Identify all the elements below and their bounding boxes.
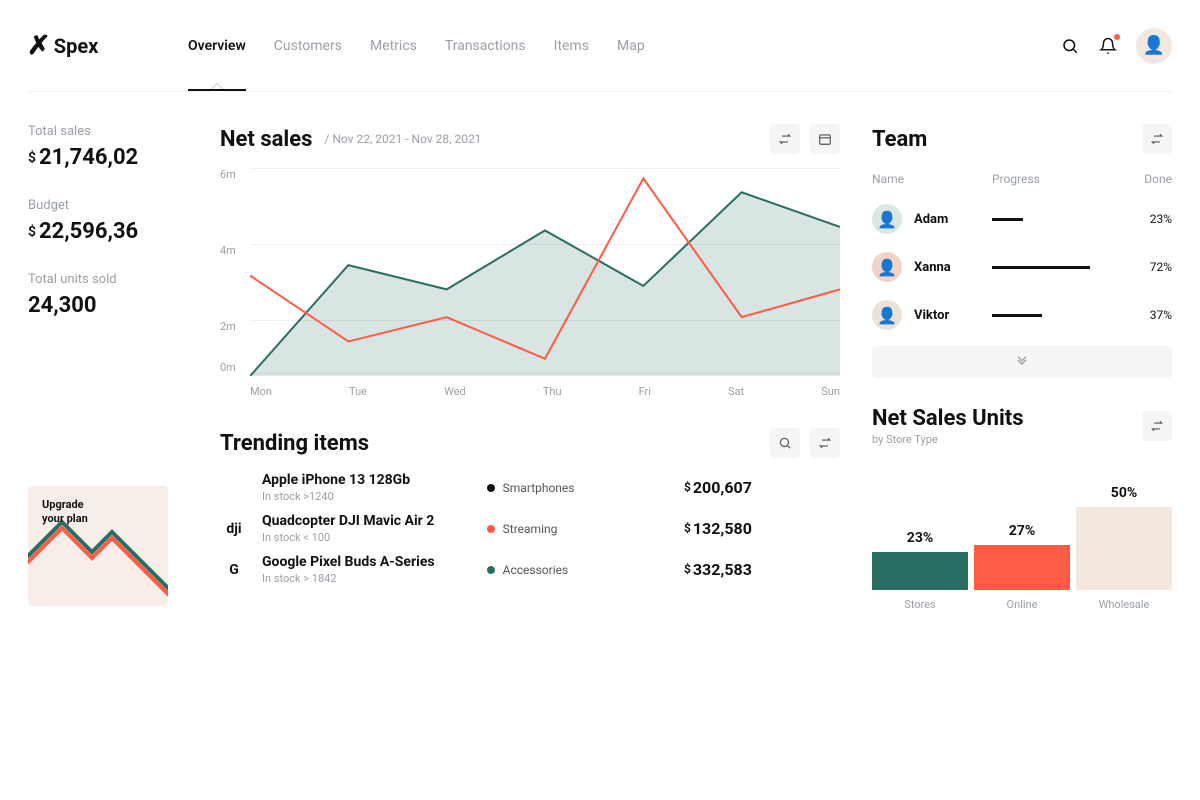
bar-label: Online [974,598,1070,611]
member-name: Viktor [914,308,992,323]
x-tick: Sun [821,385,840,398]
col-progress: Progress [992,172,1128,186]
trending-section: Trending items Apple iPhone 13 128Gb In s… [220,428,840,585]
x-tick: Fri [639,385,651,398]
search-icon[interactable] [770,428,800,458]
tab-metrics[interactable]: Metrics [370,30,417,62]
bar-pct: 23% [872,530,968,546]
notifications-icon[interactable] [1098,36,1118,56]
stat-budget: Budget $22,596,36 [28,198,188,244]
logo[interactable]: ✗ Spex [28,31,188,61]
price: $200,607 [684,478,840,497]
product-logo-icon: G [220,556,248,584]
stock-text: In stock >1240 [262,490,410,503]
category-tag: Streaming [487,522,660,536]
expand-team-button[interactable] [872,346,1172,378]
done-value: 37% [1128,308,1172,322]
stat-units-sold: Total units sold 24,300 [28,272,188,318]
tab-items[interactable]: Items [554,30,589,62]
bar: 23% [872,530,968,590]
category-tag: Accessories [487,563,660,577]
bar-pct: 27% [974,523,1070,539]
y-tick: 6m [220,168,236,181]
net-sales-title: Net sales [220,127,312,152]
x-tick: Mon [250,385,272,398]
bar: 50% [1076,485,1172,590]
trending-item[interactable]: G Google Pixel Buds A-Series In stock > 18… [220,554,463,585]
x-tick: Thu [543,385,562,398]
search-icon[interactable] [1060,36,1080,56]
y-tick: 4m [220,244,236,257]
calendar-icon[interactable] [810,124,840,154]
col-name: Name [872,172,992,186]
filter-icon[interactable] [1142,124,1172,154]
tab-map[interactable]: Map [617,30,645,62]
trending-item[interactable]: dji Quadcopter DJI Mavic Air 2 In stock < … [220,513,463,544]
price: $132,580 [684,519,840,538]
tab-transactions[interactable]: Transactions [445,30,526,62]
x-tick: Wed [444,385,466,398]
main-panel: Net sales / Nov 22, 2021 - Nov 28, 2021 … [220,124,840,611]
bar: 27% [974,523,1070,590]
product-logo-icon [220,474,248,502]
stock-text: In stock > 1842 [262,572,435,585]
user-avatar[interactable]: 👤 [1136,28,1172,64]
stat-label: Budget [28,198,188,213]
summary-stats: Total sales $21,746,02 Budget $22,596,36… [28,124,188,611]
avatar: 👤 [872,204,902,234]
header: ✗ Spex Overview Customers Metrics Transa… [28,0,1172,92]
tab-overview[interactable]: Overview [188,30,246,62]
done-value: 72% [1128,260,1172,274]
bar-pct: 50% [1076,485,1172,501]
units-title: Net Sales Units [872,406,1024,431]
filter-icon[interactable] [810,428,840,458]
x-tick: Tue [349,385,367,398]
nav-tabs: Overview Customers Metrics Transactions … [188,30,1060,62]
progress-bar [992,314,1128,316]
product-name: Google Pixel Buds A-Series [262,554,435,570]
stat-label: Total sales [28,124,188,139]
upgrade-plan-card[interactable]: Upgradeyour plan [28,486,168,606]
filter-icon[interactable] [1142,411,1172,441]
stat-label: Total units sold [28,272,188,287]
swap-icon[interactable] [770,124,800,154]
product-name: Quadcopter DJI Mavic Air 2 [262,513,434,529]
y-tick: 2m [220,320,236,333]
tab-customers[interactable]: Customers [274,30,342,62]
y-tick: 0m [220,361,236,374]
product-name: Apple iPhone 13 128Gb [262,472,410,488]
category-tag: Smartphones [487,481,660,495]
progress-bar [992,266,1128,268]
progress-bar [992,218,1128,220]
team-section: Team Name Progress Done 👤 Adam 23% 👤 Xanna 72… [872,124,1172,378]
stock-text: In stock < 100 [262,531,434,544]
team-title: Team [872,127,927,152]
stat-total-sales: Total sales $21,746,02 [28,124,188,170]
bar-label: Wholesale [1076,598,1172,611]
team-row[interactable]: 👤 Xanna 72% [872,252,1172,282]
member-name: Adam [914,212,992,227]
product-logo-icon: dji [220,515,248,543]
date-range[interactable]: Nov 22, 2021 - Nov 28, 2021 [332,132,481,146]
brand-name: Spex [54,34,99,58]
col-done: Done [1128,172,1172,186]
trending-title: Trending items [220,431,369,456]
price: $332,583 [684,560,840,579]
trending-item[interactable]: Apple iPhone 13 128Gb In stock >1240 [220,472,463,503]
avatar: 👤 [872,300,902,330]
logo-icon: ✗ [27,31,51,61]
net-sales-chart: 6m 4m 2m 0m Mon Tue Wed Thu Fri Sat Sun [220,168,840,398]
member-name: Xanna [914,260,992,275]
done-value: 23% [1128,212,1172,226]
team-row[interactable]: 👤 Adam 23% [872,204,1172,234]
team-row[interactable]: 👤 Viktor 37% [872,300,1172,330]
x-tick: Sat [728,385,744,398]
units-subtitle: by Store Type [872,433,1024,446]
net-sales-units-section: Net Sales Units by Store Type 23%27%50% … [872,406,1172,611]
bar-label: Stores [872,598,968,611]
avatar: 👤 [872,252,902,282]
